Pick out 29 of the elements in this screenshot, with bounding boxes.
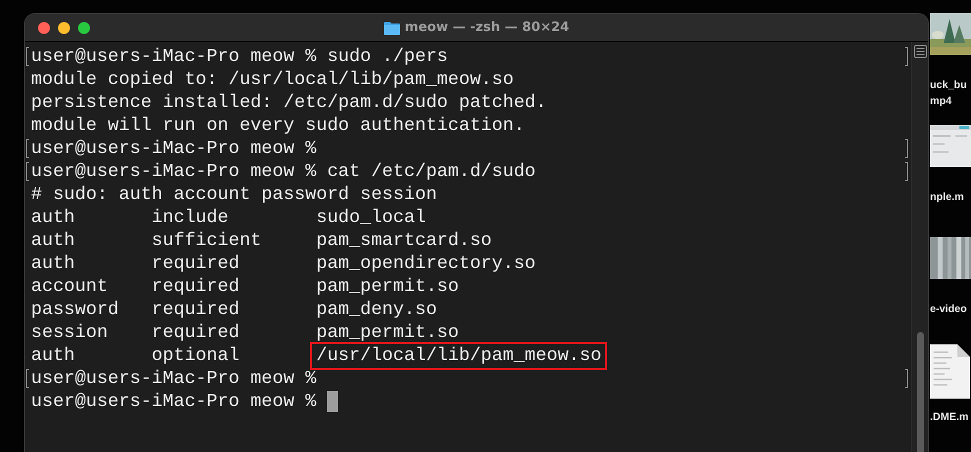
terminal-line: user@users-iMac-Pro meow % sudo ./pers (31, 46, 448, 66)
terminal-line: session required pam_permit.so (31, 322, 459, 342)
file-name[interactable]: .DME.m (930, 409, 969, 425)
terminal-line: user@users-iMac-Pro meow % cat /etc/pam.d/sudo (31, 162, 536, 182)
terminal-line: user@users-iMac-Pro meow % (31, 138, 316, 158)
terminal-line: user@users-iMac-Pro meow % (31, 392, 318, 412)
scroll-bar[interactable] (911, 42, 928, 452)
zoom-button[interactable] (78, 22, 90, 34)
terminal-line: module will run on every sudo authentication. (31, 116, 525, 136)
terminal-line: user@users-iMac-Pro meow % (31, 368, 316, 388)
file-name[interactable]: uck_bu mp4 (930, 77, 967, 111)
terminal-line: auth sufficient pam_smartcard.so (31, 230, 492, 250)
terminal-line: auth required pam_opendirectory.so (31, 254, 536, 274)
window-title: meow — -zsh — 80×24 (404, 20, 570, 35)
folder-icon (384, 20, 400, 34)
terminal-line: account required pam_permit.so (31, 276, 459, 296)
terminal-line: persistence installed: /etc/pam.d/sudo patched. (31, 92, 547, 112)
terminal-line: auth include sudo_local (31, 208, 426, 228)
terminal-line: password required pam_deny.so (31, 300, 437, 320)
minimize-button[interactable] (58, 22, 70, 34)
close-button[interactable] (38, 22, 50, 34)
file-name[interactable]: nple.m (930, 189, 964, 223)
split-pane-icon[interactable] (914, 45, 926, 58)
document-icon[interactable] (930, 344, 970, 399)
scroll-thumb[interactable] (916, 332, 924, 452)
file-name[interactable]: e-video (930, 301, 967, 335)
terminal-line: auth optional (31, 346, 240, 366)
terminal-line: module copied to: /usr/local/lib/pam_meow.so (31, 70, 514, 90)
terminal-line: # sudo: auth account password session (31, 184, 437, 204)
